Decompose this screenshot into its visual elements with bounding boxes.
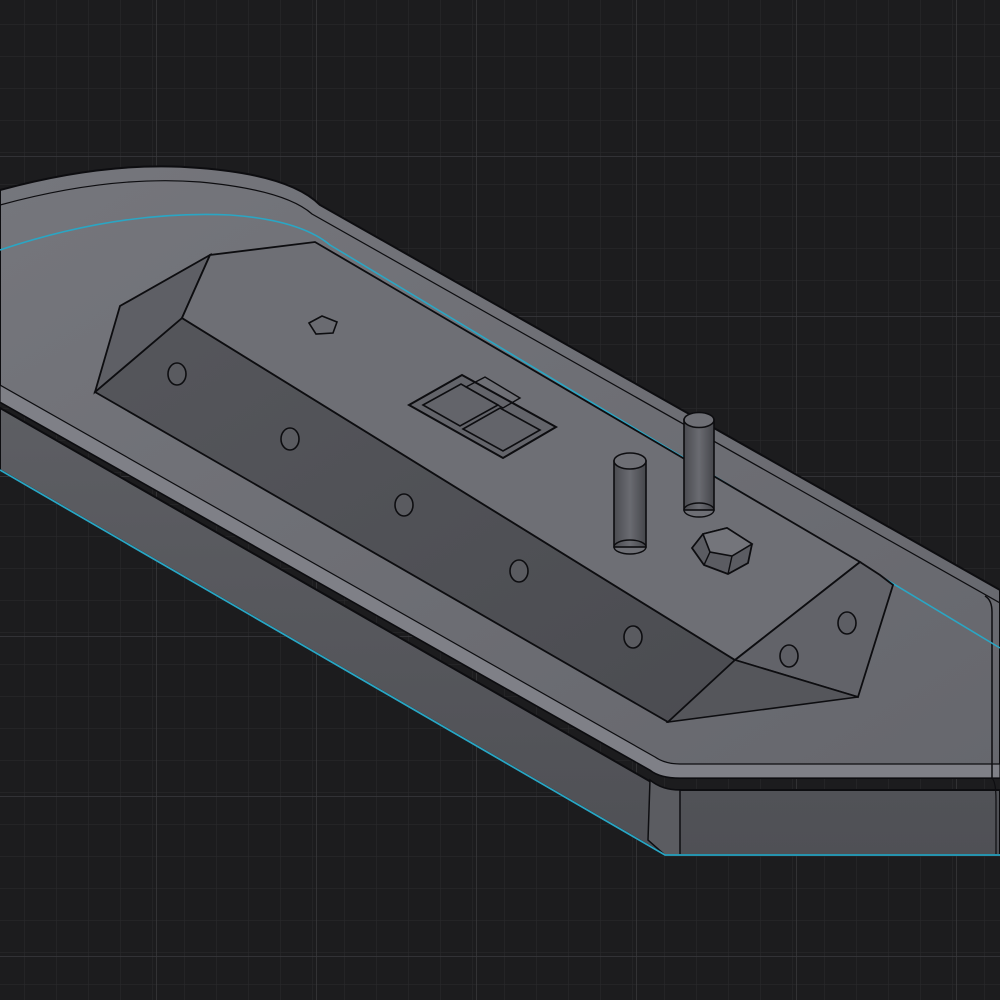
3d-viewport[interactable]: [0, 0, 1000, 1000]
porthole-stern: [837, 611, 857, 635]
porthole: [509, 559, 529, 583]
porthole: [623, 625, 643, 649]
porthole-stern: [779, 644, 799, 668]
porthole: [167, 362, 187, 386]
porthole: [280, 427, 300, 451]
smokestack-left[interactable]: [613, 452, 647, 555]
viewport-canvas[interactable]: [0, 0, 1000, 1000]
porthole: [394, 493, 414, 517]
hull-side-corner: [647, 778, 681, 856]
smokestack-right[interactable]: [683, 411, 715, 518]
